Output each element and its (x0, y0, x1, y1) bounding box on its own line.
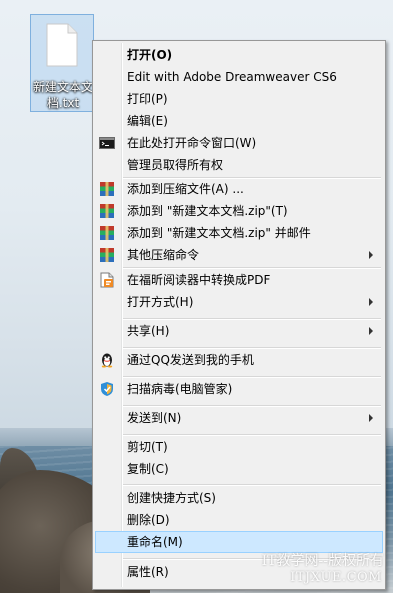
menu-item-open[interactable]: 打开(O) (95, 44, 383, 66)
menu-item-edit-with-dreamweaver[interactable]: Edit with Adobe Dreamweaver CS6 (95, 66, 383, 88)
desktop-file-selected[interactable]: 新建文本文 档.txt (30, 14, 94, 112)
menu-item-convert-to-pdf[interactable]: 在福昕阅读器中转换成PDF (95, 269, 383, 291)
menu-item-label: 打印(P) (127, 92, 168, 106)
menu-item-label: 添加到 "新建文本文档.zip"(T) (127, 204, 288, 218)
menu-item-add-to-zip-and-email[interactable]: 添加到 "新建文本文档.zip" 并邮件 (95, 222, 383, 244)
menu-item-label: 打开方式(H) (127, 295, 194, 309)
menu-item-label: 发送到(N) (127, 411, 182, 425)
desktop-file-label[interactable]: 新建文本文 档.txt (31, 79, 95, 111)
qq-penguin-icon (101, 353, 113, 368)
menu-item-delete[interactable]: 删除(D) (95, 509, 383, 531)
menu-item-label: 在此处打开命令窗口(W) (127, 136, 257, 150)
menu-item-add-to-zip[interactable]: 添加到 "新建文本文档.zip"(T) (95, 200, 383, 222)
menu-item-label: 通过QQ发送到我的手机 (127, 353, 254, 367)
menu-separator (123, 484, 381, 486)
watermark-line1: IT教学网--版权所有 (261, 553, 384, 569)
menu-item-label: 复制(C) (127, 462, 169, 476)
winrar-icon (100, 182, 114, 196)
menu-item-label: 扫描病毒(电脑管家) (127, 382, 233, 396)
text-file-icon (46, 23, 78, 67)
winrar-icon (100, 204, 114, 218)
menu-item-label: 编辑(E) (127, 114, 168, 128)
winrar-icon (100, 226, 114, 240)
watermark-line2: ITJXUE.COM (290, 570, 382, 585)
menu-item-label: 属性(R) (127, 565, 169, 579)
site-watermark: IT教学网--版权所有 ITJXUE.COM (240, 548, 390, 590)
menu-item-create-shortcut[interactable]: 创建快捷方式(S) (95, 487, 383, 509)
menu-item-label: 管理员取得所有权 (127, 158, 224, 172)
menu-item-label: 打开(O) (127, 48, 173, 62)
menu-item-label: 共享(H) (127, 324, 170, 338)
menu-item-label: 创建快捷方式(S) (127, 491, 216, 505)
menu-item-label: 删除(D) (127, 513, 170, 527)
menu-item-label: 添加到压缩文件(A) ... (127, 182, 244, 196)
foxit-pdf-icon (100, 272, 114, 288)
menu-item-share[interactable]: 共享(H) (95, 320, 383, 342)
context-menu: 打开(O) Edit with Adobe Dreamweaver CS6 打印… (92, 40, 386, 590)
menu-item-other-compress-commands[interactable]: 其他压缩命令 (95, 244, 383, 266)
menu-item-label: 重命名(M) (127, 535, 183, 549)
menu-item-copy[interactable]: 复制(C) (95, 458, 383, 480)
menu-item-label: 添加到 "新建文本文档.zip" 并邮件 (127, 226, 311, 240)
submenu-arrow-icon (369, 251, 373, 259)
menu-item-open-command-window[interactable]: 在此处打开命令窗口(W) (95, 132, 383, 154)
menu-item-cut[interactable]: 剪切(T) (95, 436, 383, 458)
menu-item-scan-virus[interactable]: 扫描病毒(电脑管家) (95, 378, 383, 400)
pc-manager-shield-icon (101, 382, 113, 396)
menu-item-label: 其他压缩命令 (127, 248, 200, 262)
menu-item-open-with[interactable]: 打开方式(H) (95, 291, 383, 313)
menu-item-add-to-archive[interactable]: 添加到压缩文件(A) ... (95, 178, 383, 200)
winrar-icon (100, 248, 114, 262)
menu-item-label: 剪切(T) (127, 440, 168, 454)
menu-item-send-via-qq[interactable]: 通过QQ发送到我的手机 (95, 349, 383, 371)
menu-item-label: Edit with Adobe Dreamweaver CS6 (127, 70, 337, 84)
menu-item-print[interactable]: 打印(P) (95, 88, 383, 110)
command-prompt-icon (99, 137, 115, 149)
menu-item-label: 在福昕阅读器中转换成PDF (127, 273, 271, 287)
submenu-arrow-icon (369, 327, 373, 335)
menu-item-edit[interactable]: 编辑(E) (95, 110, 383, 132)
submenu-arrow-icon (369, 298, 373, 306)
menu-item-take-ownership[interactable]: 管理员取得所有权 (95, 154, 383, 176)
menu-item-send-to[interactable]: 发送到(N) (95, 407, 383, 429)
submenu-arrow-icon (369, 414, 373, 422)
